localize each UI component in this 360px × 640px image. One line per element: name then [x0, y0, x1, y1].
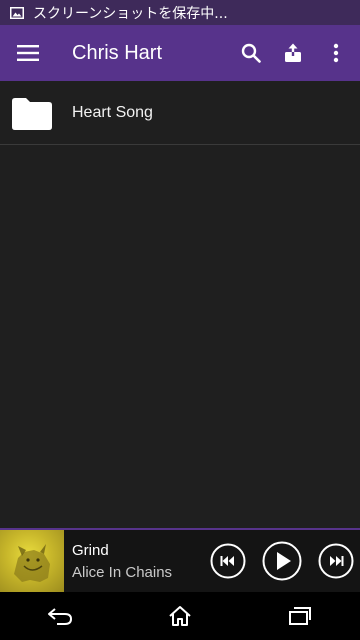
- now-playing-bar[interactable]: Grind Alice In Chains: [0, 528, 360, 592]
- folder-icon: [10, 95, 54, 131]
- home-icon: [169, 606, 191, 626]
- skip-previous-icon: [210, 543, 246, 579]
- previous-button[interactable]: [210, 543, 246, 579]
- album-art[interactable]: [0, 530, 64, 592]
- hamburger-menu-icon: [17, 45, 39, 61]
- share-button[interactable]: [272, 25, 314, 81]
- home-button[interactable]: [150, 592, 210, 640]
- image-icon: [10, 6, 24, 19]
- track-title: Grind: [72, 541, 109, 559]
- recent-apps-button[interactable]: [270, 592, 330, 640]
- status-bar: スクリーンショットを保存中...: [0, 0, 360, 25]
- menu-button[interactable]: [0, 25, 56, 81]
- play-button[interactable]: [262, 541, 302, 581]
- more-options-button[interactable]: [314, 25, 358, 81]
- more-vert-icon: [333, 43, 339, 63]
- page-title: Chris Hart: [72, 41, 163, 64]
- back-icon: [48, 608, 73, 625]
- track-artist: Alice In Chains: [72, 563, 173, 581]
- skip-next-icon: [318, 543, 354, 579]
- search-button[interactable]: [230, 25, 272, 81]
- list-item-label: Heart Song: [72, 103, 153, 121]
- play-icon: [262, 541, 302, 581]
- track-info[interactable]: Grind Alice In Chains: [72, 542, 210, 581]
- recent-apps-icon: [289, 607, 311, 625]
- search-icon: [241, 43, 261, 63]
- folder-list: Heart Song: [0, 81, 360, 145]
- list-item[interactable]: Heart Song: [0, 81, 360, 145]
- status-text: スクリーンショットを保存中...: [33, 5, 228, 22]
- share-icon: [285, 43, 301, 62]
- back-button[interactable]: [30, 592, 90, 640]
- system-nav-bar: [0, 592, 360, 640]
- app-bar: Chris Hart: [0, 25, 360, 81]
- next-button[interactable]: [318, 543, 354, 579]
